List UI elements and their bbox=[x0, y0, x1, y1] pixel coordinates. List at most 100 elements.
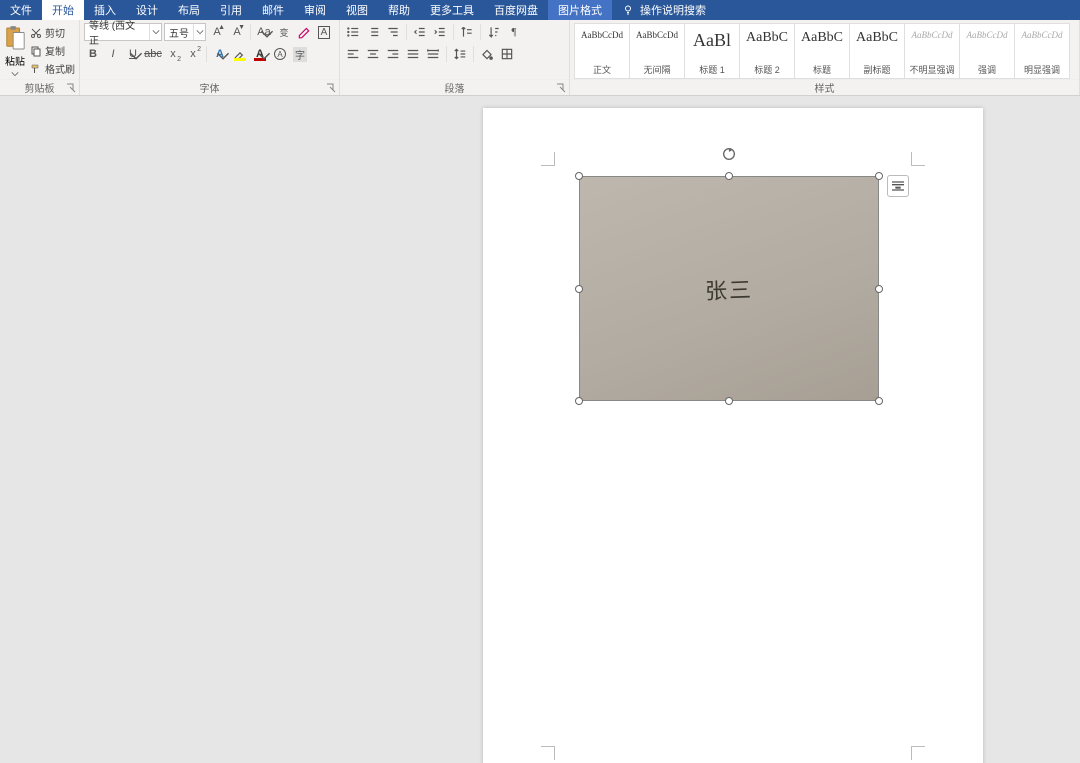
subscript-button[interactable]: x2 bbox=[164, 45, 182, 63]
tab-layout[interactable]: 布局 bbox=[168, 0, 210, 20]
decrease-indent-button[interactable] bbox=[411, 23, 429, 41]
style-item[interactable]: AaBbC标题 bbox=[794, 23, 850, 79]
rotate-handle[interactable] bbox=[721, 146, 737, 162]
style-item[interactable]: AaBbC标题 2 bbox=[739, 23, 795, 79]
borders-button[interactable] bbox=[498, 45, 516, 63]
copy-button[interactable]: 复制 bbox=[30, 43, 75, 58]
scissors-icon bbox=[30, 27, 42, 39]
style-preview: AaBbC bbox=[856, 30, 898, 46]
style-item[interactable]: AaBbCcDd正文 bbox=[574, 23, 630, 79]
tab-more-tools[interactable]: 更多工具 bbox=[420, 0, 484, 20]
tab-file[interactable]: 文件 bbox=[0, 0, 42, 20]
format-painter-button[interactable]: 格式刷 bbox=[30, 61, 75, 76]
document-canvas[interactable]: 张三 bbox=[0, 96, 1080, 763]
resize-handle-bl[interactable] bbox=[575, 397, 583, 405]
character-border-button[interactable]: A bbox=[315, 23, 333, 41]
numbering-button[interactable] bbox=[364, 23, 382, 41]
tab-baidu-netdisk[interactable]: 百度网盘 bbox=[484, 0, 548, 20]
justify-icon bbox=[406, 47, 420, 61]
font-color-button[interactable]: A bbox=[251, 45, 269, 63]
number-list-icon bbox=[366, 25, 380, 39]
italic-button[interactable]: I bbox=[104, 45, 122, 63]
cut-button[interactable]: 剪切 bbox=[30, 25, 75, 40]
style-preview: AaBbC bbox=[746, 30, 788, 46]
superscript-button[interactable]: x2 bbox=[184, 45, 202, 63]
shading-button[interactable] bbox=[478, 45, 496, 63]
resize-handle-br[interactable] bbox=[875, 397, 883, 405]
line-spacing-icon bbox=[453, 47, 467, 61]
bold-button[interactable]: B bbox=[84, 45, 102, 63]
highlight-button[interactable] bbox=[231, 45, 249, 63]
align-center-button[interactable] bbox=[364, 45, 382, 63]
copy-icon bbox=[30, 45, 42, 57]
style-preview: AaBl bbox=[693, 30, 731, 51]
tab-references[interactable]: 引用 bbox=[210, 0, 252, 20]
text-effects-button[interactable]: A bbox=[211, 45, 229, 63]
tab-home[interactable]: 开始 bbox=[42, 0, 84, 20]
tab-mailings[interactable]: 邮件 bbox=[252, 0, 294, 20]
multilevel-list-button[interactable] bbox=[384, 23, 402, 41]
tab-review[interactable]: 审阅 bbox=[294, 0, 336, 20]
font-size-value: 五号 bbox=[165, 25, 193, 40]
resize-handle-bm[interactable] bbox=[725, 397, 733, 405]
style-item[interactable]: AaBbCcDd无间隔 bbox=[629, 23, 685, 79]
text-direction-button[interactable] bbox=[458, 23, 476, 41]
increase-indent-button[interactable] bbox=[431, 23, 449, 41]
style-item[interactable]: AaBbC副标题 bbox=[849, 23, 905, 79]
grow-font-button[interactable]: A▲ bbox=[208, 23, 226, 41]
tab-view[interactable]: 视图 bbox=[336, 0, 378, 20]
tell-me-search[interactable]: 操作说明搜索 bbox=[612, 0, 716, 20]
align-right-button[interactable] bbox=[384, 45, 402, 63]
shrink-font-button[interactable]: A▼ bbox=[228, 23, 246, 41]
chevron-down-icon bbox=[257, 49, 271, 63]
group-clipboard-label: 剪贴板 bbox=[25, 80, 55, 95]
tab-help[interactable]: 帮助 bbox=[378, 0, 420, 20]
font-dialog-launcher[interactable] bbox=[326, 83, 336, 93]
resize-handle-ml[interactable] bbox=[575, 285, 583, 293]
clipboard-dialog-launcher[interactable] bbox=[66, 83, 76, 93]
style-item[interactable]: AaBl 标题 1 bbox=[684, 23, 740, 79]
lightbulb-icon bbox=[622, 4, 634, 16]
phonetic-guide-button[interactable]: 变 bbox=[275, 23, 293, 41]
style-item[interactable]: AaBbCcDd明显强调 bbox=[1014, 23, 1070, 79]
paste-icon bbox=[4, 25, 26, 51]
resize-handle-mr[interactable] bbox=[875, 285, 883, 293]
style-item[interactable]: AaBbCcDd强调 bbox=[959, 23, 1015, 79]
chevron-down-icon bbox=[152, 28, 160, 36]
distributed-button[interactable] bbox=[424, 45, 442, 63]
margin-corner-icon bbox=[911, 152, 925, 166]
line-spacing-button[interactable] bbox=[451, 45, 469, 63]
clear-formatting-button[interactable] bbox=[295, 23, 313, 41]
sort-button[interactable] bbox=[485, 23, 503, 41]
style-item[interactable]: AaBbCcDd不明显强调 bbox=[904, 23, 960, 79]
group-styles: AaBbCcDd正文AaBbCcDd无间隔AaBl标题 1AaBbC标题 2Aa… bbox=[570, 20, 1080, 95]
indent-icon bbox=[433, 25, 447, 39]
inserted-image[interactable]: 张三 bbox=[579, 176, 879, 401]
paragraph-dialog-launcher[interactable] bbox=[556, 83, 566, 93]
style-name: 标题 bbox=[813, 63, 831, 76]
paste-button[interactable]: 粘贴 bbox=[4, 23, 26, 78]
group-paragraph-label: 段落 bbox=[445, 80, 465, 95]
show-marks-button[interactable]: ¶ bbox=[505, 23, 523, 41]
layout-options-button[interactable] bbox=[887, 175, 909, 197]
resize-handle-tr[interactable] bbox=[875, 172, 883, 180]
bullets-button[interactable] bbox=[344, 23, 362, 41]
eraser-icon bbox=[297, 25, 311, 39]
character-shading-button[interactable]: 字 bbox=[291, 45, 309, 63]
resize-handle-tl[interactable] bbox=[575, 172, 583, 180]
align-right-icon bbox=[386, 47, 400, 61]
image-content[interactable]: 张三 bbox=[579, 176, 879, 401]
change-case-button[interactable]: Aa bbox=[255, 23, 273, 41]
strikethrough-button[interactable]: abc bbox=[144, 45, 162, 63]
bullet-list-icon bbox=[346, 25, 360, 39]
align-left-button[interactable] bbox=[344, 45, 362, 63]
font-name-combo[interactable]: 等线 (西文正 bbox=[84, 23, 162, 41]
tab-picture-format[interactable]: 图片格式 bbox=[548, 0, 612, 20]
paste-label: 粘贴 bbox=[5, 53, 25, 68]
enclose-characters-button[interactable]: A bbox=[271, 45, 289, 63]
resize-handle-tm[interactable] bbox=[725, 172, 733, 180]
style-name: 标题 1 bbox=[699, 63, 725, 76]
justify-button[interactable] bbox=[404, 45, 422, 63]
underline-button[interactable]: U bbox=[124, 45, 142, 63]
font-size-combo[interactable]: 五号 bbox=[164, 23, 206, 41]
